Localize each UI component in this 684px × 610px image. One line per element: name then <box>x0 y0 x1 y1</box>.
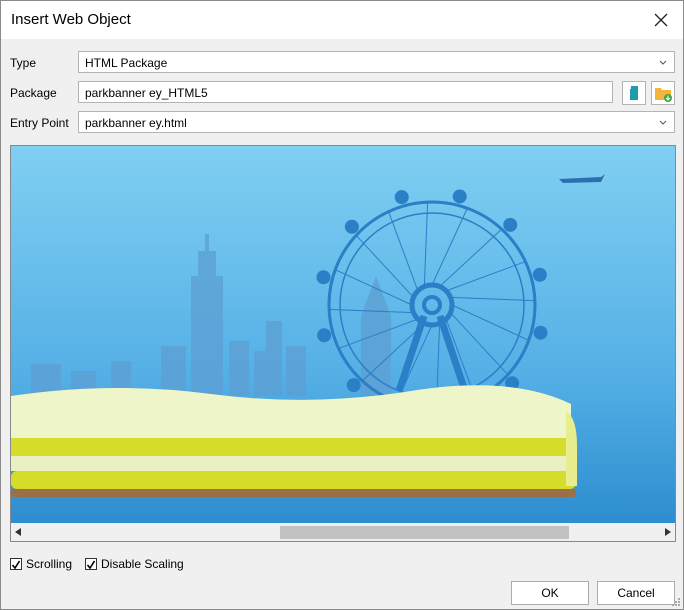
resize-grip-icon[interactable] <box>671 597 681 607</box>
wheel-gondola <box>452 189 467 204</box>
ok-button[interactable]: OK <box>511 581 589 605</box>
wheel-gondola <box>346 378 361 393</box>
disable-scaling-checkbox[interactable]: Disable Scaling <box>85 557 184 571</box>
wheel-gondola <box>316 270 331 285</box>
package-label: Package <box>10 86 57 100</box>
wheel-gondola <box>532 267 547 282</box>
entry-point-value: parkbanner ey.html <box>85 116 187 130</box>
web-object-preview[interactable] <box>10 145 676 542</box>
browse-package-button[interactable] <box>651 81 675 105</box>
package-input[interactable]: parkbanner ey_HTML5 <box>78 81 613 103</box>
checkbox-box[interactable] <box>85 558 97 570</box>
scrolling-label: Scrolling <box>26 557 73 571</box>
new-package-button[interactable] <box>622 81 646 105</box>
scroll-right-icon[interactable] <box>665 528 671 536</box>
wheel-gondola <box>533 325 548 340</box>
scrolling-checkbox[interactable]: Scrolling <box>10 557 72 571</box>
horizontal-scrollbar[interactable] <box>11 523 675 541</box>
insert-web-object-dialog: Insert Web Object Type HTML Package Pack… <box>0 0 684 610</box>
entry-point-dropdown[interactable]: parkbanner ey.html <box>78 111 675 133</box>
scrollbar-thumb[interactable] <box>280 526 569 539</box>
package-value: parkbanner ey_HTML5 <box>85 86 208 100</box>
wheel-gondola <box>344 219 359 234</box>
scroll-left-icon[interactable] <box>15 528 21 536</box>
new-file-icon <box>630 86 638 100</box>
grass-band <box>11 385 577 497</box>
title-bar: Insert Web Object <box>1 1 683 39</box>
wheel-gondola <box>503 217 518 232</box>
close-icon[interactable] <box>651 10 671 30</box>
wheel-gondola <box>317 328 332 343</box>
type-value: HTML Package <box>85 56 168 70</box>
park-banner-image <box>11 146 675 523</box>
entry-point-label: Entry Point <box>10 116 69 130</box>
type-label: Type <box>10 56 37 70</box>
checkmark-icon <box>86 560 96 570</box>
chevron-down-icon <box>659 60 667 65</box>
dialog-title: Insert Web Object <box>11 11 131 28</box>
cancel-button[interactable]: Cancel <box>597 581 675 605</box>
disable-scaling-label: Disable Scaling <box>101 557 184 571</box>
checkmark-icon <box>11 560 21 570</box>
wheel-gondola <box>394 190 409 205</box>
folder-download-icon <box>655 88 672 102</box>
chevron-down-icon <box>659 120 667 125</box>
type-dropdown[interactable]: HTML Package <box>78 51 675 73</box>
checkbox-box[interactable] <box>10 558 22 570</box>
